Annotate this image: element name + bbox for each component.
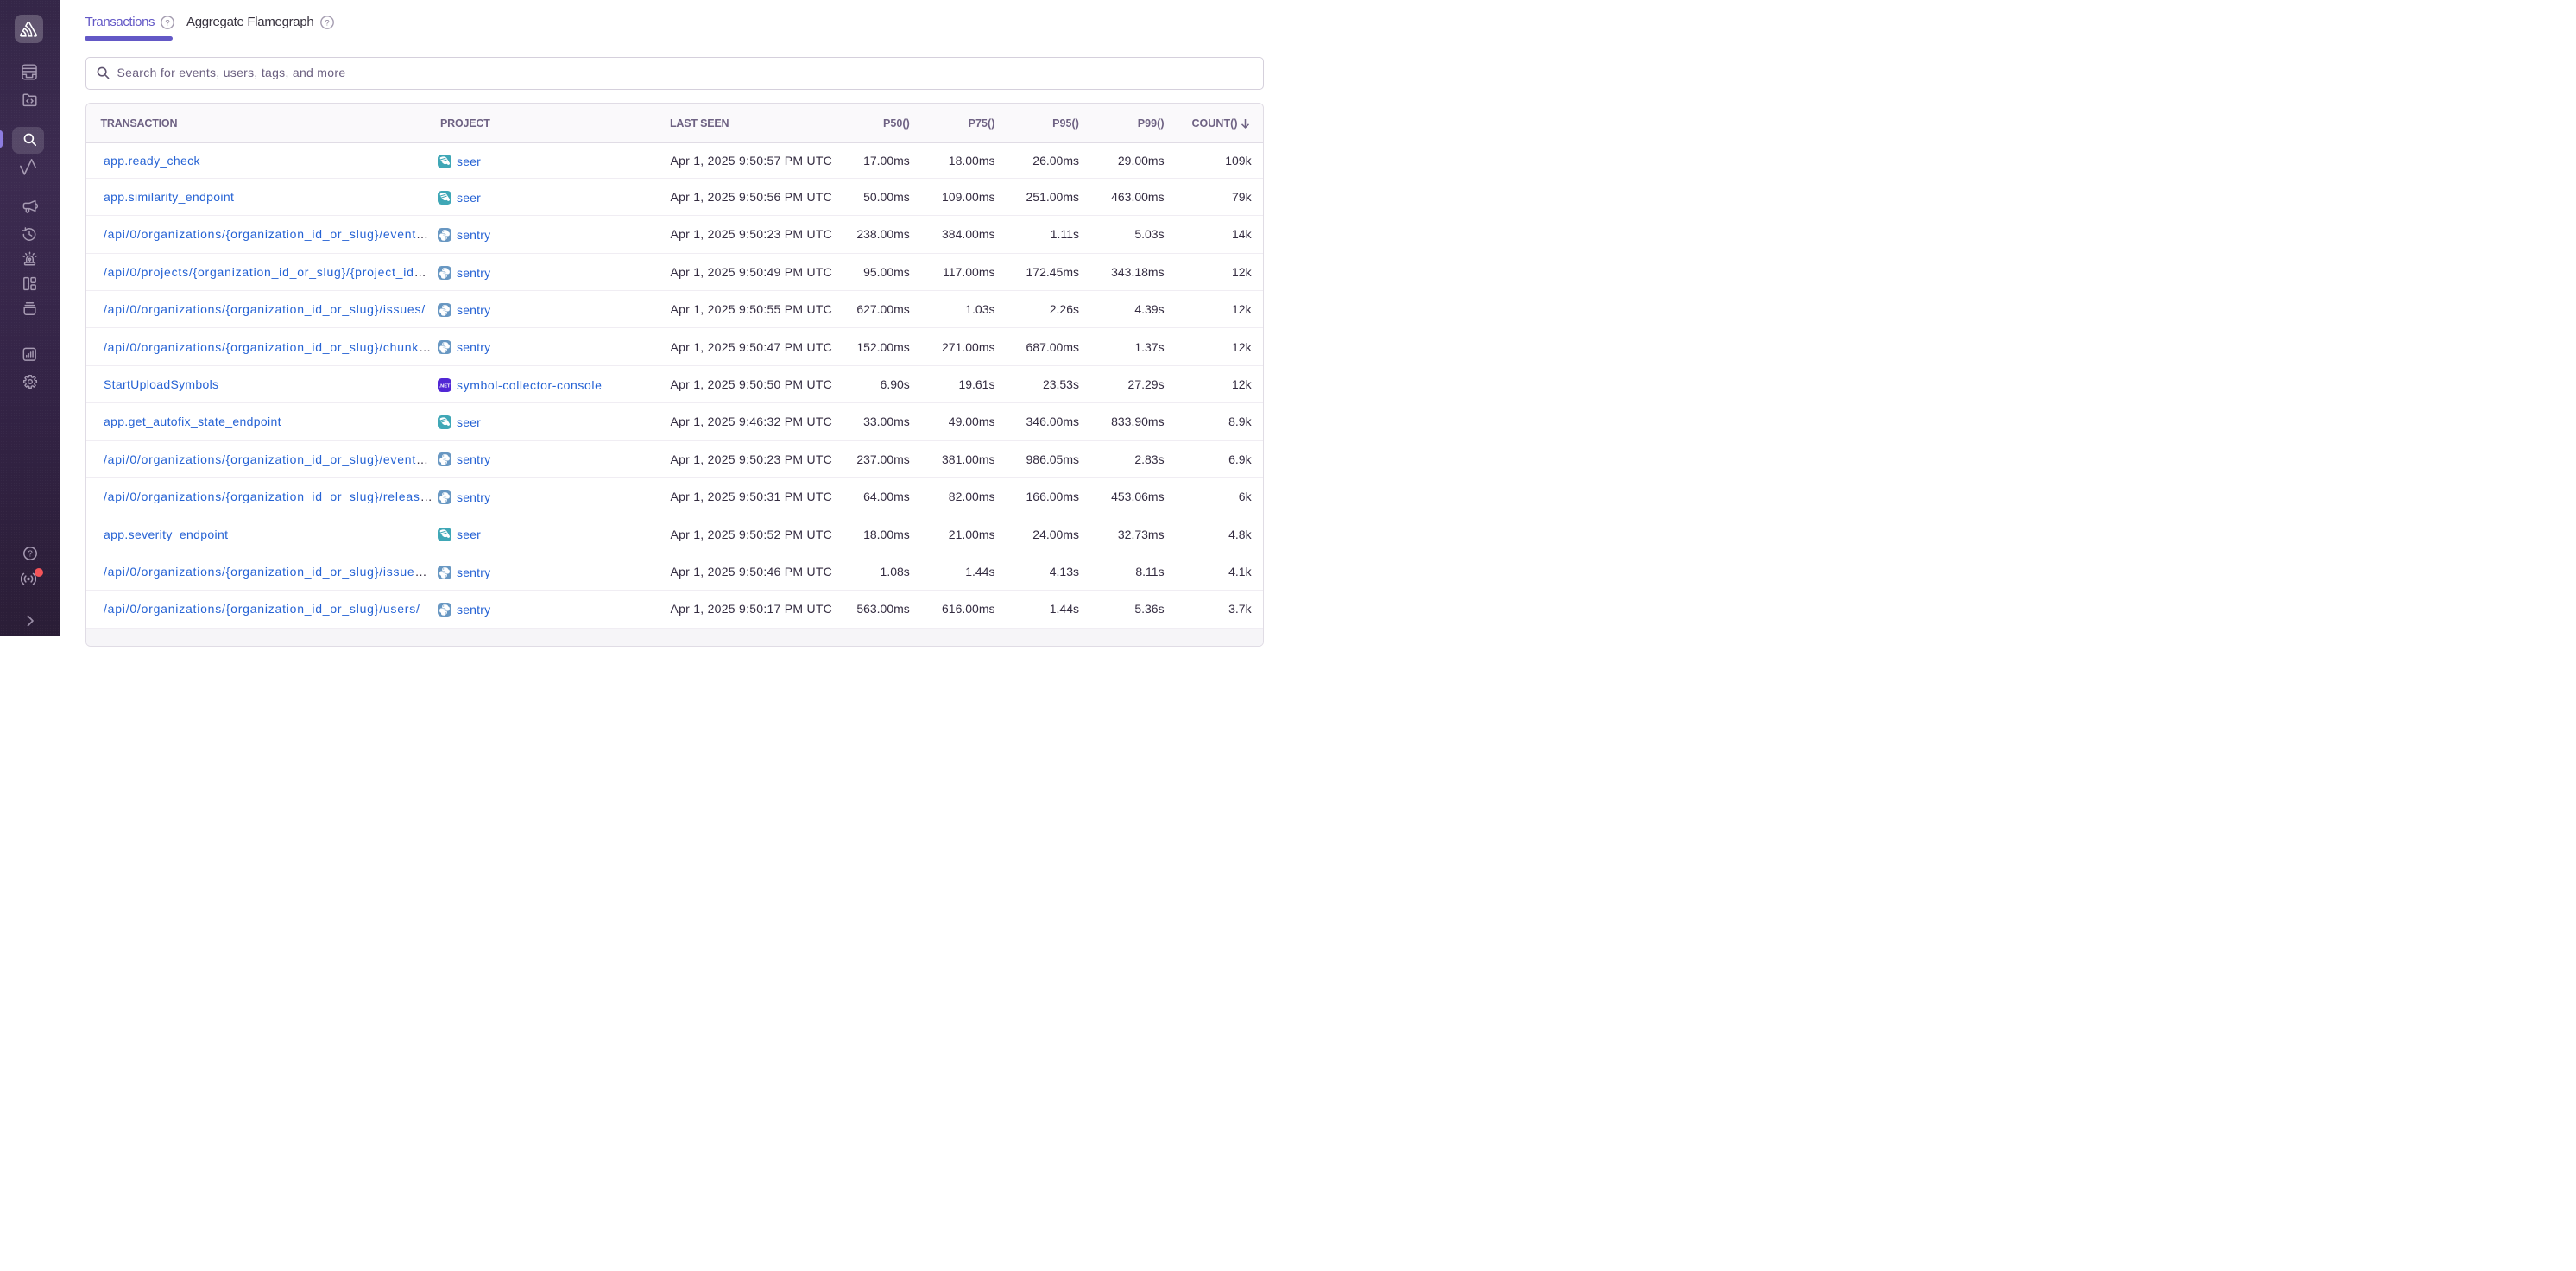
svg-text:?: ? (165, 18, 169, 28)
svg-text:?: ? (28, 550, 33, 560)
svg-text:?: ? (325, 18, 329, 28)
